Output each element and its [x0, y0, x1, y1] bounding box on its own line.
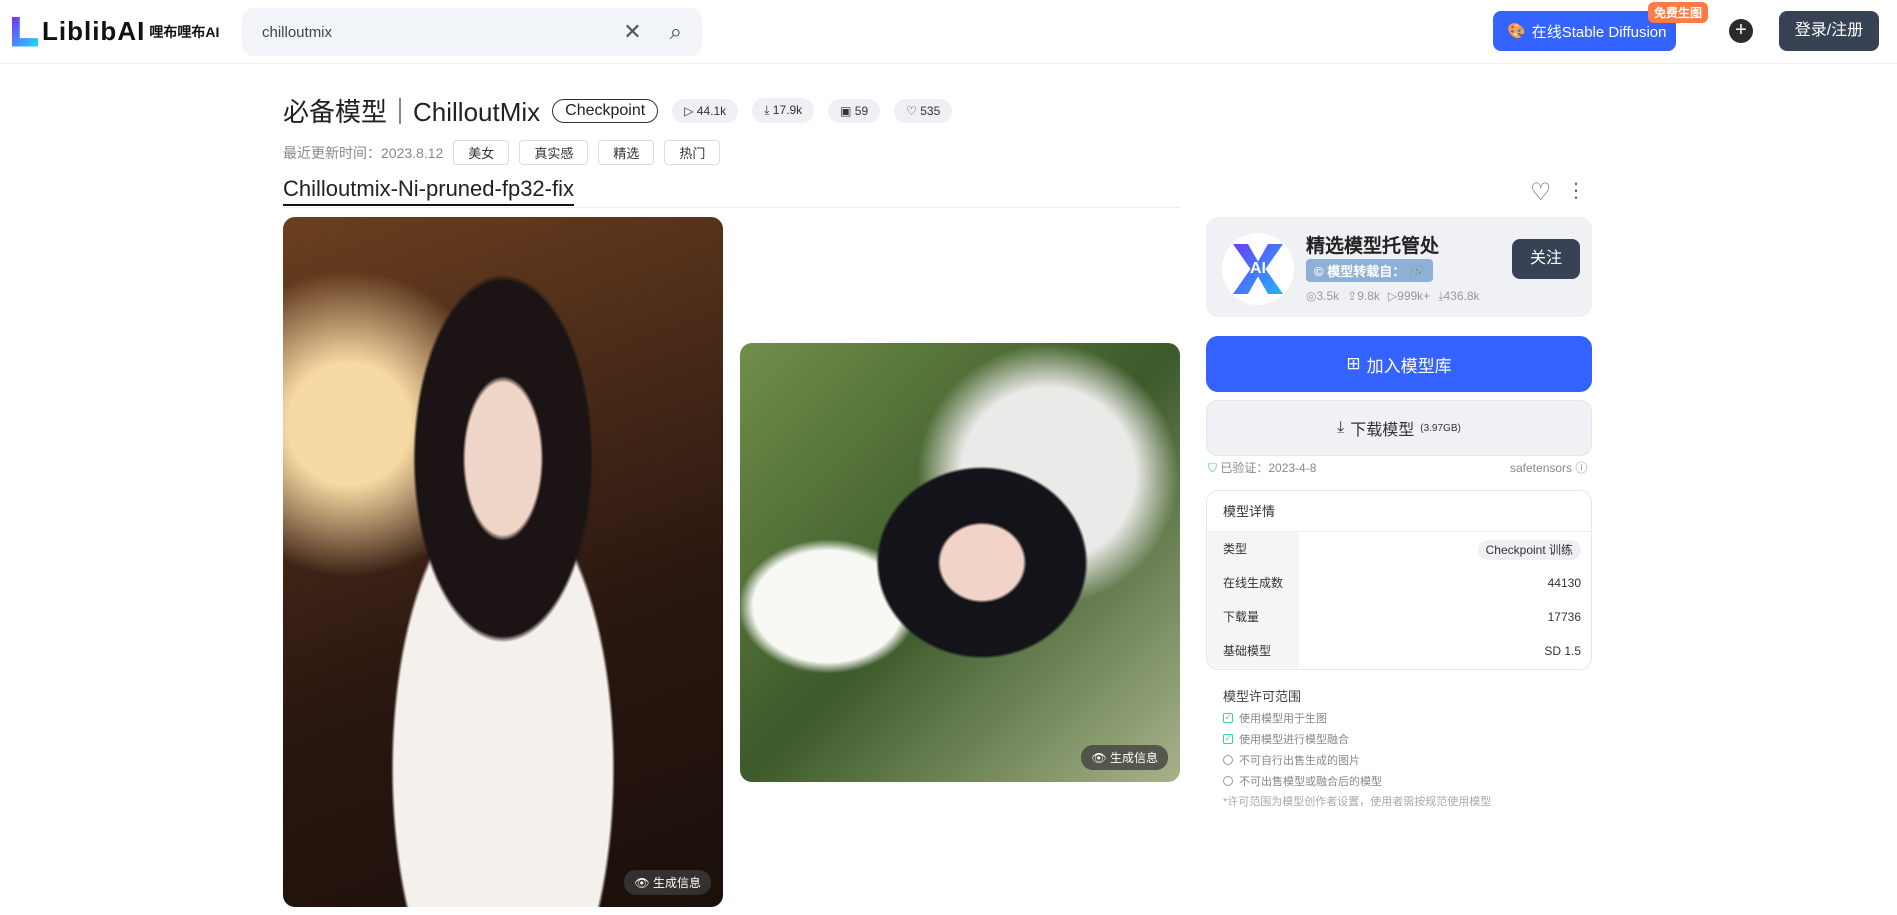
license-section: 模型许可范围 ✓ 使用模型用于生图 ✓ 使用模型进行模型融合 不可自行出售生成的图片… — [1223, 689, 1492, 808]
version-tab[interactable]: Chilloutmix-Ni-pruned-fp32-fix — [283, 176, 574, 206]
format-label: safetensors ⓘ — [1510, 461, 1588, 475]
info-icon: ⓘ — [1575, 461, 1588, 475]
creator-name[interactable]: 精选模型托管处 — [1306, 231, 1439, 258]
license-item: ✓ 使用模型进行模型融合 — [1223, 734, 1349, 746]
divider — [283, 207, 1180, 208]
shield-check-icon: ⛉ — [1208, 461, 1218, 475]
free-badge: 免费生图 — [1648, 2, 1709, 23]
license-item: 不可出售模型或融合后的模型 — [1223, 773, 1491, 789]
clear-icon[interactable]: ✕ — [623, 19, 641, 45]
top-nav: LiblibAI 哩布哩布AI chilloutmix ✕ ⌕ 🎨 在线Stable D… — [0, 0, 1897, 64]
heart-icon[interactable]: ♡ — [1530, 178, 1552, 207]
check-icon: ✓ — [1223, 713, 1233, 723]
page-title: 必备模型｜ChilloutMix — [283, 97, 541, 127]
download-icon: ⤓ — [1337, 419, 1345, 436]
logo-mark — [12, 16, 38, 47]
detail-row: 在线生成数 44130 — [1207, 566, 1591, 600]
detail-row: 基础模型 SD 1.5 — [1207, 634, 1591, 668]
download-button[interactable]: ⤓ 下载模型 (3.97GB) — [1206, 400, 1592, 456]
more-icon[interactable]: ⋮ — [1566, 178, 1586, 203]
palette-icon: 🎨 — [1507, 23, 1526, 40]
gen-info-button[interactable]: 👁 生成信息 — [1081, 745, 1168, 770]
meta-row: 最近更新时间：2023.8.12 美女 真实感 精选 热门 — [283, 140, 721, 165]
check-icon: ✓ — [1223, 734, 1233, 744]
search-icon[interactable]: ⌕ — [670, 19, 682, 45]
add-to-library-button[interactable]: ⊞ 加入模型库 — [1206, 336, 1592, 392]
model-details: 模型详情 类型 Checkpoint 训练 在线生成数 44130 下载量 17736… — [1206, 490, 1592, 670]
detail-row: 类型 Checkpoint 训练 — [1207, 532, 1591, 566]
likes-stat: ♡ 535 — [894, 98, 953, 123]
license-item: ✓ 使用模型用于生图 — [1223, 713, 1327, 725]
forbidden-icon — [1223, 755, 1233, 765]
downloads-stat: ⤓ 17.9k — [752, 98, 815, 123]
license-note: *许可范围为模型创作者设置，使用者需按规范使用模型 — [1223, 796, 1492, 808]
gallery-image-2[interactable]: 👁 生成信息 — [740, 343, 1180, 782]
runs-stat: ▷ 44.1k — [672, 98, 739, 123]
avatar[interactable]: AI — [1222, 233, 1294, 305]
gen-info-button[interactable]: 👁 生成信息 — [624, 870, 711, 895]
detail-row: 下载量 17736 — [1207, 600, 1591, 634]
repost-badge[interactable]: © 模型转载自： 🔗 — [1306, 259, 1434, 282]
follow-button[interactable]: 关注 — [1512, 239, 1580, 279]
license-item: 不可自行出售生成的图片 — [1223, 752, 1491, 768]
model-title-row: 必备模型｜ChilloutMix Checkpoint ▷ 44.1k ⤓ 17… — [283, 92, 953, 129]
type-chip: Checkpoint — [552, 98, 659, 123]
creator-card: AI 精选模型托管处 © 模型转载自： 🔗 ◎3.5k ⇪9.8k ▷999k+ ⤓4… — [1206, 217, 1592, 317]
tag[interactable]: 真实感 — [519, 140, 589, 165]
logo[interactable]: LiblibAI 哩布哩布AI — [12, 16, 219, 47]
plus-icon[interactable]: + — [1729, 19, 1753, 43]
gallery-image-1[interactable]: 👁 生成信息 — [283, 217, 723, 907]
tag[interactable]: 热门 — [664, 140, 721, 165]
verified-text: ⛉ 已验证：2023-4-8 — [1208, 461, 1317, 475]
search-input[interactable]: chilloutmix ✕ ⌕ — [242, 8, 702, 56]
images-stat: ▣ 59 — [828, 98, 881, 123]
login-button[interactable]: 登录/注册 — [1779, 11, 1879, 51]
forbidden-icon — [1223, 776, 1233, 786]
plus-square-icon: ⊞ — [1346, 354, 1361, 373]
creator-stats: ◎3.5k ⇪9.8k ▷999k+ ⤓436.8k — [1306, 289, 1480, 303]
tag[interactable]: 精选 — [598, 140, 655, 165]
tag[interactable]: 美女 — [453, 140, 510, 165]
